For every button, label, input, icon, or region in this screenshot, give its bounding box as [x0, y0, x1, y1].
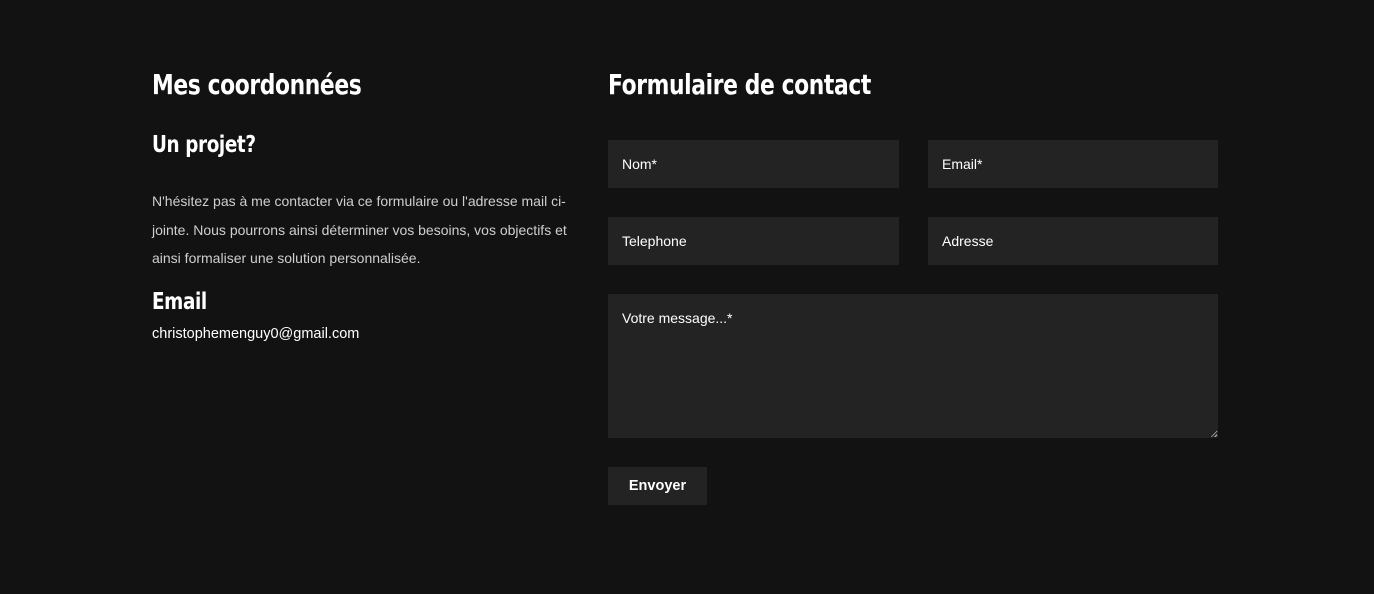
address-input[interactable]	[928, 217, 1218, 265]
send-button[interactable]: Envoyer	[608, 467, 707, 505]
email-address: christophemenguy0@gmail.com	[152, 326, 360, 342]
email-input[interactable]	[928, 140, 1218, 188]
telephone-input[interactable]	[608, 217, 899, 265]
message-textarea[interactable]	[608, 294, 1218, 438]
name-input[interactable]	[608, 140, 899, 188]
project-subtitle: Un projet?	[152, 132, 256, 158]
email-heading: Email	[152, 289, 207, 315]
intro-paragraph: N'hésitez pas à me contacter via ce form…	[152, 193, 567, 266]
contact-info-title: Mes coordonnées	[152, 68, 362, 101]
contact-form-title: Formulaire de contact	[608, 68, 871, 101]
